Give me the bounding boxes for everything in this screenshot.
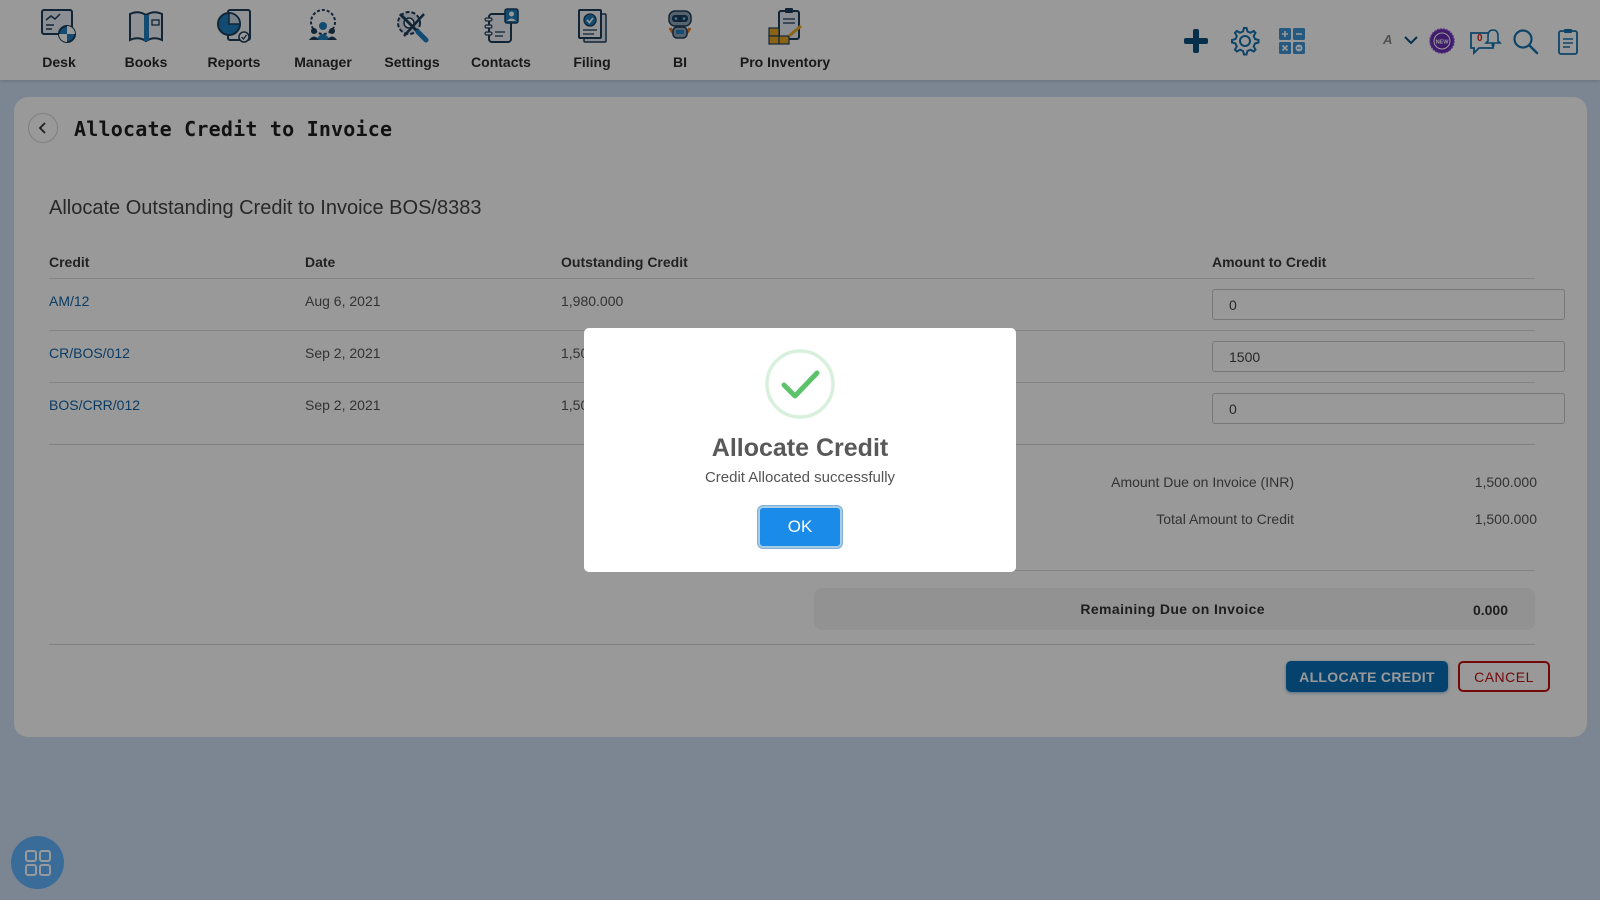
ok-button[interactable]: OK — [758, 506, 842, 548]
success-dialog: Allocate Credit Credit Allocated success… — [584, 328, 1016, 572]
dialog-message: Credit Allocated successfully — [704, 469, 896, 486]
dialog-title: Allocate Credit — [711, 434, 889, 462]
success-check-icon — [765, 349, 835, 419]
